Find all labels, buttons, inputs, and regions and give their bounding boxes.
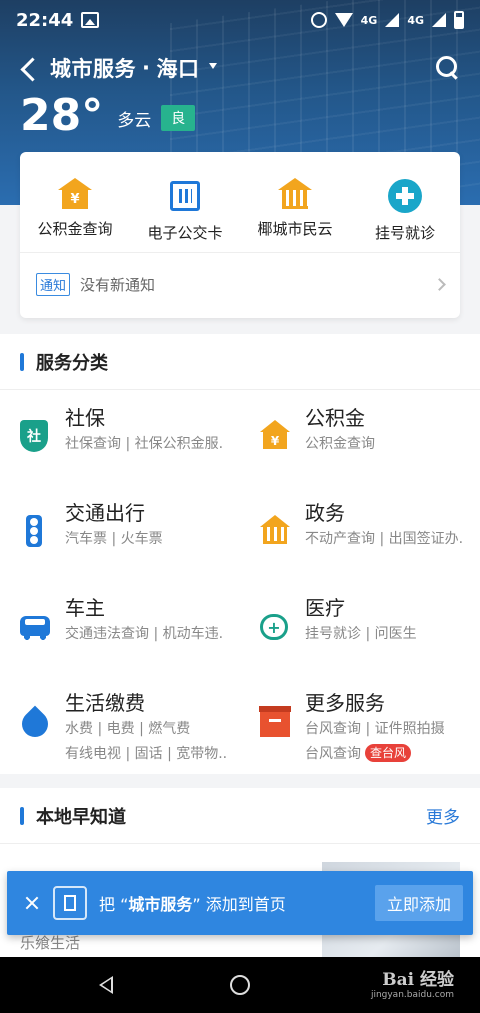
- service-name: 医疗: [305, 596, 345, 620]
- image-notification-icon: [81, 12, 100, 28]
- watermark-brand: Bai 经验: [382, 970, 454, 990]
- quick-item-label: 电子公交卡: [147, 224, 223, 242]
- signal-icon: [385, 13, 400, 27]
- section-accent-bar: [20, 806, 24, 825]
- add-to-home-toast: 把 “城市服务” 添加到首页 立即添加: [7, 871, 473, 935]
- section-title: 本地早知道: [36, 806, 126, 828]
- network-type-2: 4G: [407, 13, 424, 27]
- service-desc-2: 有线电视 | 固话 | 宽带物..: [65, 746, 228, 762]
- social-security-shield-icon: 社: [20, 420, 50, 456]
- nav-home-icon[interactable]: [230, 975, 250, 995]
- alarm-icon: [310, 12, 327, 28]
- medical-cross-icon: [386, 178, 424, 214]
- weather-condition: 多云: [117, 110, 152, 131]
- service-desc-2: 台风查询 查台风: [305, 742, 480, 767]
- wifi-icon: [334, 13, 353, 27]
- city-name: 海口: [156, 57, 200, 81]
- weather-summary: 28° 多云 良: [20, 90, 196, 141]
- service-more[interactable]: 更多服务 台风查询 | 证件照拍摄 台风查询 查台风: [240, 683, 480, 767]
- service-desc: 公积金查询: [305, 436, 375, 452]
- service-medical[interactable]: + 医疗 挂号就诊 | 问医生: [240, 588, 480, 647]
- service-car-owner[interactable]: 车主 交通违法查询 | 机动车违.: [0, 588, 240, 647]
- nav-back-icon[interactable]: [99, 976, 113, 994]
- service-desc: 水费 | 电费 | 燃气费: [65, 721, 191, 737]
- baidu-watermark: Bai 经验 jingyan.baidu.com: [371, 965, 454, 1000]
- service-utilities[interactable]: 生活缴费 水费 | 电费 | 燃气费 有线电视 | 固话 | 宽带物..: [0, 683, 240, 767]
- quick-item-housing-fund[interactable]: ¥ 公积金查询: [20, 152, 130, 252]
- service-desc: 挂号就诊 | 问医生: [305, 626, 417, 642]
- car-icon: [20, 610, 50, 646]
- service-desc-text: 台风查询: [305, 746, 361, 762]
- water-drop-icon: [16, 705, 54, 743]
- status-time: 22:44: [16, 9, 74, 31]
- more-link[interactable]: 更多: [426, 803, 460, 828]
- news-source: 乐飨生活: [20, 934, 81, 952]
- service-name: 生活缴费: [65, 691, 145, 715]
- more-box-icon: [259, 705, 291, 741]
- watermark-url: jingyan.baidu.com: [370, 990, 454, 1000]
- caret-down-icon: [209, 63, 218, 69]
- quick-item-registration[interactable]: 挂号就诊: [350, 152, 460, 252]
- section-accent-bar: [20, 352, 24, 371]
- chevron-right-icon: [433, 278, 446, 291]
- title-bar: 城市服务 · 海口: [0, 46, 480, 90]
- bus-card-qr-icon: [166, 178, 204, 214]
- services-section-header: 服务分类: [0, 334, 480, 390]
- system-nav-bar: Bai 经验 jingyan.baidu.com: [0, 957, 480, 1013]
- service-housing-fund[interactable]: ¥ 公积金 公积金查询: [240, 398, 480, 457]
- service-desc: 汽车票 | 火车票: [65, 531, 163, 547]
- service-social-security[interactable]: 社 社保 社保查询 | 社保公积金服.: [0, 398, 240, 457]
- quick-item-bus-card[interactable]: 电子公交卡: [130, 152, 240, 252]
- medical-heart-icon: +: [260, 610, 290, 646]
- battery-icon: [454, 11, 464, 29]
- service-name: 车主: [65, 596, 105, 620]
- signal-icon: [432, 13, 446, 27]
- toast-app-name: 城市服务: [128, 895, 193, 914]
- service-name: 更多服务: [305, 691, 385, 715]
- temperature: 28°: [20, 90, 104, 141]
- quick-services-card: ¥ 公积金查询 电子公交卡 椰城市民云 挂号就诊 通知 没有新通知: [20, 152, 460, 318]
- service-government[interactable]: 政务 不动产查询 | 出国签证办.: [240, 493, 480, 552]
- title-separator: ·: [142, 56, 151, 80]
- government-building-icon: [260, 515, 290, 551]
- service-desc: 交通违法查询 | 机动车违.: [65, 626, 224, 642]
- service-name: 社保: [65, 406, 105, 430]
- quick-item-label: 公积金查询: [37, 220, 113, 238]
- service-transport[interactable]: 交通出行 汽车票 | 火车票: [0, 493, 240, 552]
- back-icon[interactable]: [10, 46, 50, 90]
- aqi-badge: 良: [161, 105, 196, 131]
- notice-text: 没有新通知: [80, 276, 156, 294]
- housing-fund-icon: ¥: [58, 178, 92, 210]
- service-name: 政务: [305, 501, 345, 525]
- building-app-icon: [53, 886, 87, 920]
- quick-item-citizen-cloud[interactable]: 椰城市民云: [240, 152, 350, 252]
- service-desc: 台风查询 | 证件照拍摄: [305, 721, 445, 737]
- quick-item-label: 挂号就诊: [374, 224, 435, 242]
- toast-message: 把 “城市服务” 添加到首页: [99, 895, 286, 914]
- service-name: 交通出行: [65, 501, 145, 525]
- network-type-1: 4G: [360, 13, 378, 27]
- status-indicators: 4G 4G: [310, 11, 464, 29]
- traffic-light-icon: [20, 515, 50, 551]
- status-bar: 22:44 4G 4G: [0, 0, 480, 40]
- close-icon[interactable]: [7, 871, 47, 935]
- service-desc: 社保查询 | 社保公积金服.: [65, 436, 224, 452]
- local-section-header: 本地早知道 更多: [0, 788, 480, 844]
- notice-tag: 通知: [36, 273, 71, 296]
- government-building-icon: [278, 178, 312, 210]
- notice-bar[interactable]: 通知 没有新通知: [20, 252, 460, 316]
- services-section: 服务分类 社 社保 社保查询 | 社保公积金服. ¥ 公积金 公积金查询 交通出…: [0, 334, 480, 774]
- service-name: 公积金: [305, 406, 365, 430]
- add-now-button[interactable]: 立即添加: [374, 885, 463, 921]
- typhoon-badge[interactable]: 查台风: [365, 744, 412, 762]
- page-title: 城市服务: [50, 57, 136, 81]
- section-title: 服务分类: [36, 352, 108, 374]
- search-icon[interactable]: [436, 56, 460, 80]
- city-selector[interactable]: 城市服务 · 海口: [50, 53, 218, 83]
- housing-fund-icon: ¥: [260, 420, 290, 456]
- service-desc: 不动产查询 | 出国签证办.: [305, 531, 464, 547]
- quick-item-label: 椰城市民云: [257, 220, 333, 238]
